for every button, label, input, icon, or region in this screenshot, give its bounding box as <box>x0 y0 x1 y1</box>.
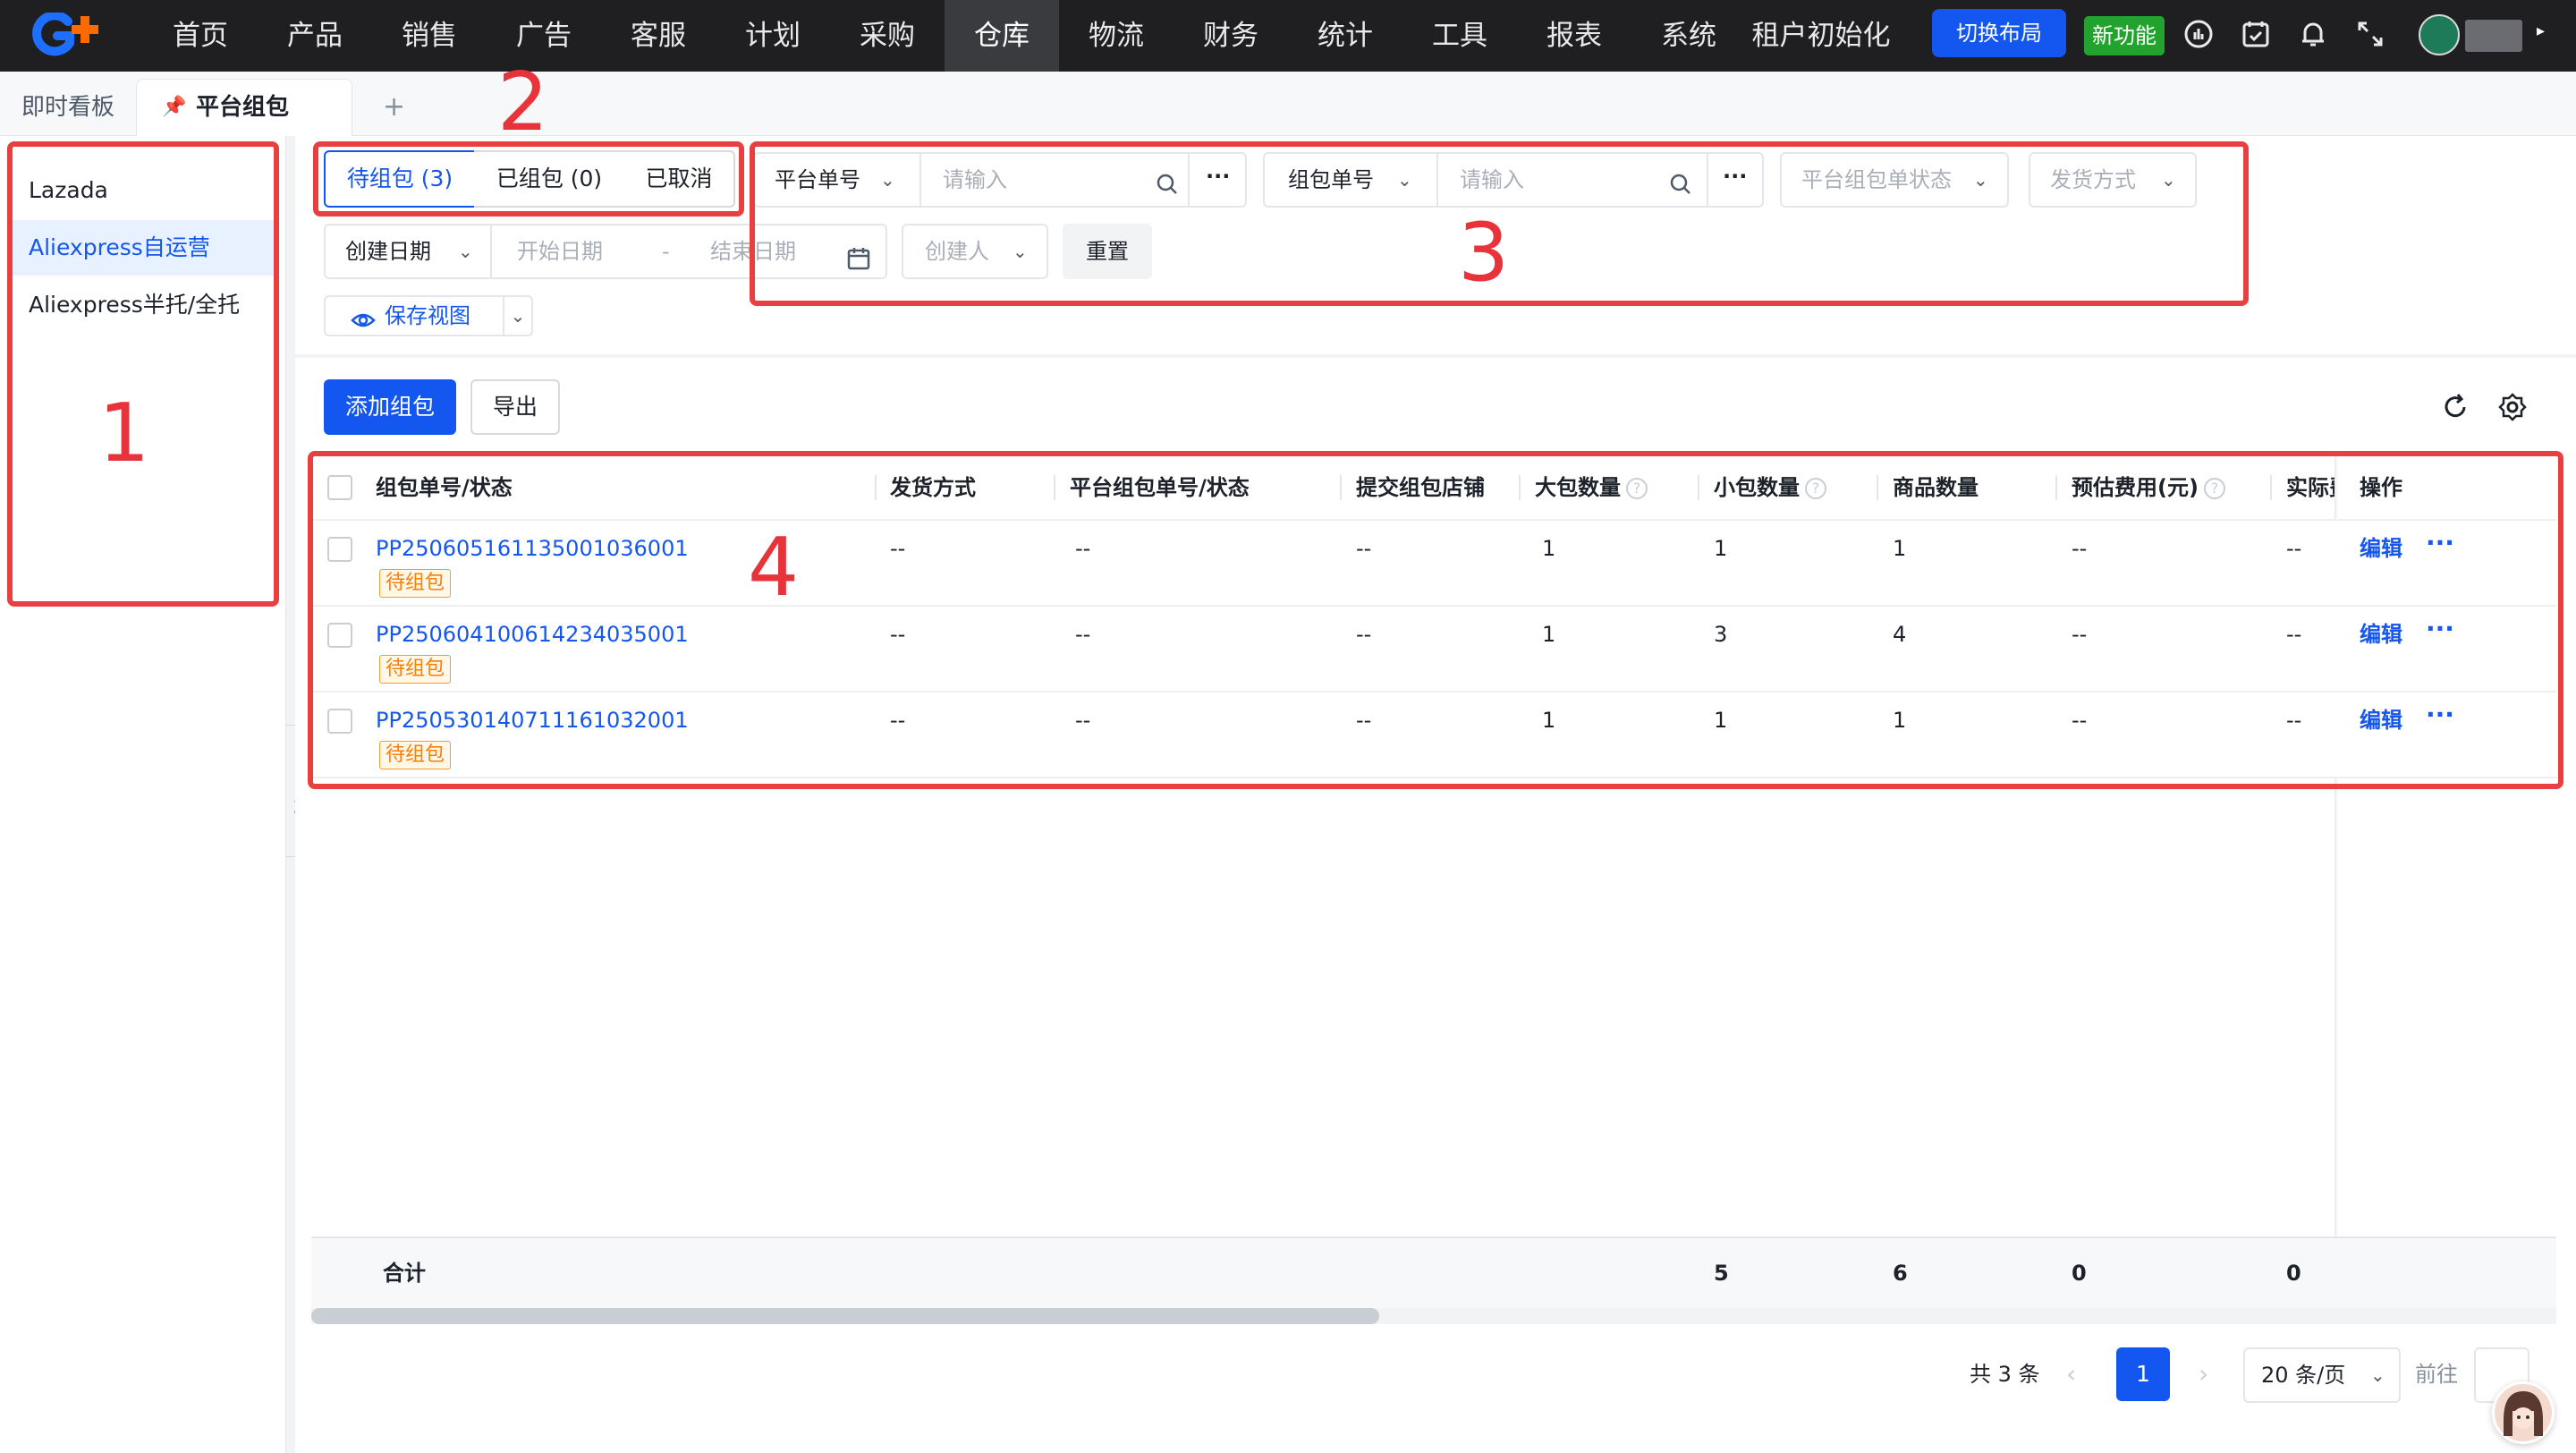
h-scrollbar[interactable] <box>311 1308 1379 1324</box>
nav-item-12[interactable]: 报表 <box>1517 0 1631 72</box>
tab-platform-pack[interactable]: 📌 平台组包 <box>136 79 352 136</box>
annotation-box-4 <box>308 451 2563 789</box>
logo[interactable] <box>29 11 118 59</box>
avatar[interactable] <box>2419 14 2460 55</box>
pin-icon[interactable]: 📌 <box>162 80 186 135</box>
nav-item-5[interactable]: 计划 <box>716 0 830 72</box>
total-est-fee: 0 <box>2072 1261 2087 1286</box>
total-small-qty: 5 <box>1714 1261 1729 1286</box>
user-menu-caret-icon[interactable]: ▸ <box>2537 21 2545 40</box>
save-view-label: 保存视图 <box>385 303 470 328</box>
annotation-number-3: 3 <box>1458 206 1510 300</box>
date-separator: - <box>662 239 670 264</box>
export-button[interactable]: 导出 <box>470 379 560 435</box>
section-divider <box>295 354 2576 358</box>
page-1-button[interactable]: 1 <box>2116 1347 2170 1401</box>
switch-layout-button[interactable]: 切换布局 <box>1932 9 2066 57</box>
page-size-label: 20 条/页 <box>2261 1363 2346 1388</box>
total-actual-fee: 0 <box>2286 1261 2301 1286</box>
annotation-number-4: 4 <box>748 521 800 615</box>
nav-item-1[interactable]: 产品 <box>258 0 372 72</box>
annotation-box-1 <box>7 141 279 607</box>
nav-item-14[interactable]: 租户初始化 <box>1746 0 1896 72</box>
totals-label: 合计 <box>383 1261 426 1286</box>
speedometer-icon[interactable] <box>2181 18 2216 54</box>
new-feature-button[interactable]: 新功能 <box>2084 16 2165 55</box>
nav-item-13[interactable]: 系统 <box>1631 0 1746 72</box>
nav-item-6[interactable]: 采购 <box>830 0 945 72</box>
annotation-number-2: 2 <box>497 55 549 149</box>
prev-page-icon[interactable]: ‹ <box>2066 1349 2076 1399</box>
add-pack-button[interactable]: 添加组包 <box>324 379 456 435</box>
settings-gear-icon[interactable] <box>2497 392 2528 426</box>
chevron-down-icon: ⌄ <box>458 241 473 262</box>
total-count: 共 3 条 <box>1970 1362 2040 1387</box>
next-page-icon[interactable]: › <box>2199 1349 2208 1399</box>
assistant-avatar[interactable] <box>2492 1381 2555 1444</box>
totals-row <box>311 1238 2556 1308</box>
save-view-button[interactable]: 保存视图 <box>324 295 504 336</box>
page-size-select[interactable]: 20 条/页 ⌄ <box>2243 1347 2401 1403</box>
nav-item-7[interactable]: 仓库 <box>945 0 1059 72</box>
nav-item-8[interactable]: 物流 <box>1059 0 1174 72</box>
tab-dashboard[interactable]: 即时看板 <box>21 79 114 136</box>
total-goods-qty: 6 <box>1893 1261 1908 1286</box>
goto-label: 前往 <box>2415 1362 2458 1387</box>
fullscreen-icon[interactable] <box>2352 18 2388 54</box>
date-type-select[interactable]: 创建日期 ⌄ <box>324 224 494 279</box>
add-tab-icon[interactable]: + <box>383 79 405 136</box>
eye-icon <box>351 305 376 343</box>
nav-item-11[interactable]: 工具 <box>1402 0 1517 72</box>
annotation-number-1: 1 <box>98 387 150 480</box>
calendar-check-icon[interactable] <box>2238 18 2274 54</box>
annotation-box-2 <box>313 141 744 217</box>
nav-item-10[interactable]: 统计 <box>1288 0 1402 72</box>
chevron-down-icon: ⌄ <box>510 305 526 327</box>
nav-item-2[interactable]: 销售 <box>372 0 487 72</box>
tab-label: 平台组包 <box>196 94 290 121</box>
nav-item-9[interactable]: 财务 <box>1174 0 1288 72</box>
date-type-label: 创建日期 <box>345 239 431 264</box>
save-view-dropdown[interactable]: ⌄ <box>503 295 533 336</box>
chevron-down-icon: ⌄ <box>2370 1364 2385 1386</box>
refresh-icon[interactable] <box>2440 392 2470 426</box>
bell-icon[interactable] <box>2295 18 2331 54</box>
nav-item-0[interactable]: 首页 <box>143 0 258 72</box>
nav-item-4[interactable]: 客服 <box>601 0 716 72</box>
start-date-input[interactable]: 开始日期 <box>517 225 603 277</box>
username-block[interactable] <box>2465 20 2522 52</box>
